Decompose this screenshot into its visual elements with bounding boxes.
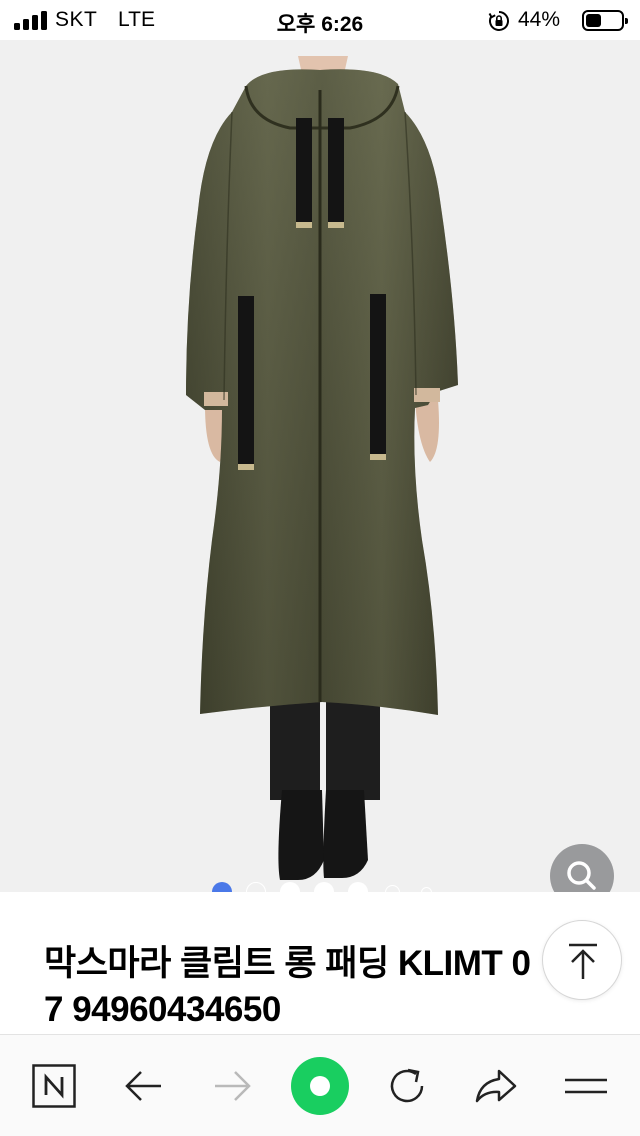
product-image-carousel[interactable]: [0, 40, 640, 892]
carousel-dot[interactable]: [314, 882, 334, 892]
naver-home-button[interactable]: [25, 1057, 83, 1115]
carousel-pagination[interactable]: [212, 882, 442, 892]
menu-icon: [565, 1078, 607, 1094]
rotation-lock-icon: [488, 11, 509, 31]
battery-icon: [582, 10, 628, 31]
browser-toolbar: [0, 1034, 640, 1136]
back-button[interactable]: [115, 1057, 173, 1115]
green-dot-button[interactable]: [291, 1057, 349, 1115]
battery-percent: 44%: [518, 8, 561, 31]
carousel-dot[interactable]: [246, 882, 266, 892]
status-bar: SKT LTE 오후 6:26 44%: [0, 0, 640, 40]
scroll-to-top-button[interactable]: [542, 920, 622, 1000]
search-icon: [567, 861, 596, 890]
share-button[interactable]: [467, 1057, 525, 1115]
share-icon: [475, 1069, 517, 1103]
product-photo: [186, 56, 458, 880]
product-title-line2: 7 94960434650: [44, 990, 281, 1029]
product-title: 막스마라 클림트 롱 패딩 KLIMT 0: [44, 944, 531, 983]
refresh-icon: [390, 1068, 424, 1103]
forward-button[interactable]: [203, 1057, 261, 1115]
green-circle-icon: [291, 1057, 349, 1115]
arrow-left-icon: [125, 1071, 161, 1101]
image-search-button[interactable]: [550, 844, 614, 892]
carousel-dot[interactable]: [280, 882, 300, 892]
carousel-dot[interactable]: [384, 884, 400, 892]
menu-button[interactable]: [557, 1057, 615, 1115]
carousel-dot[interactable]: [348, 882, 368, 892]
arrow-up-to-top-icon: [569, 943, 597, 979]
naver-n-icon: [32, 1064, 76, 1108]
carousel-dot-active[interactable]: [212, 882, 232, 892]
arrow-right-icon: [215, 1071, 251, 1101]
refresh-button[interactable]: [378, 1057, 436, 1115]
